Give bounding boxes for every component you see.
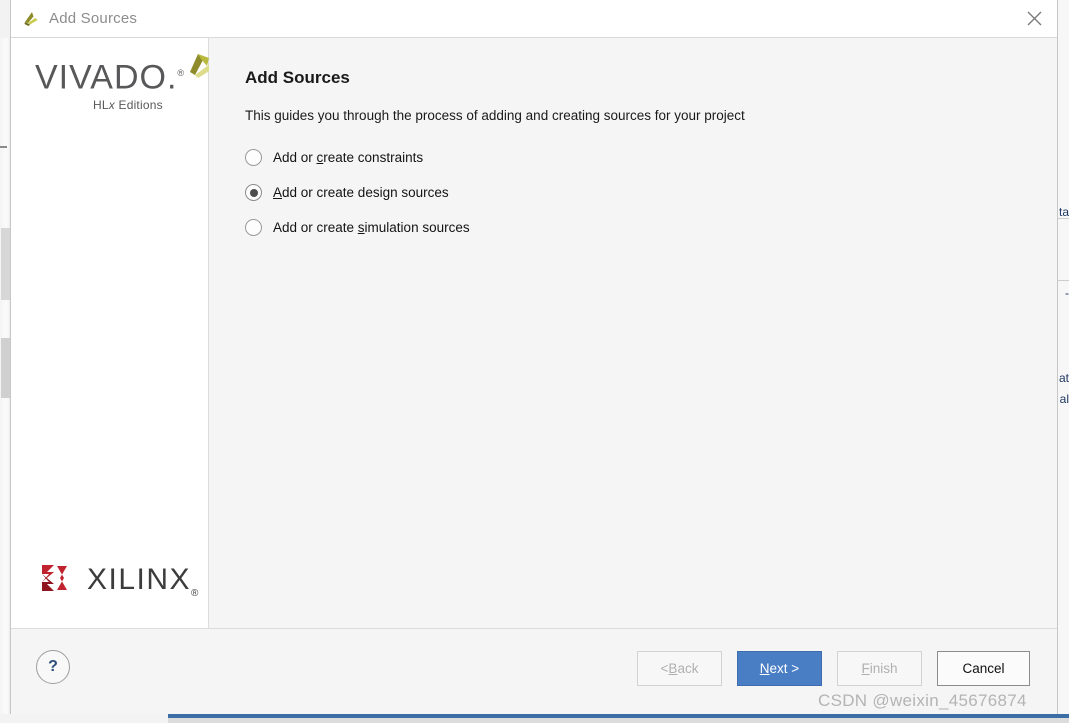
cancel-button[interactable]: Cancel <box>937 651 1030 686</box>
dialog-button-bar: < Back Next > Finish Cancel <box>637 651 1030 686</box>
help-icon: ? <box>48 658 58 675</box>
xilinx-text: XILINX <box>87 562 192 596</box>
vivado-edition-label: HLx Editions <box>93 98 195 112</box>
background-text-fragment: al <box>1059 392 1069 406</box>
propeller-icon <box>176 50 212 84</box>
background-bottom-left-strip <box>0 714 168 723</box>
dialog-body: VIVADO.® HLx Editions XILINX® Add Source… <box>11 38 1057 628</box>
label-mnemonic: s <box>357 220 365 235</box>
btn-pre: Cancel <box>962 661 1005 676</box>
radio-indicator[interactable] <box>245 219 262 236</box>
add-sources-dialog: Add Sources VIVADO.® HLx Editions XILINX… <box>10 0 1058 714</box>
btn-pre: < <box>660 661 669 676</box>
background-text-fragment: - <box>1065 286 1069 300</box>
page-description: This guides you through the process of a… <box>245 108 745 123</box>
label-post: imulation sources <box>364 220 470 235</box>
dialog-title: Add Sources <box>49 10 138 27</box>
next-button[interactable]: Next > <box>737 651 822 686</box>
vivado-wordmark: VIVADO.® <box>35 56 195 94</box>
btn-mnemonic: F <box>861 661 870 676</box>
background-tick <box>0 146 7 148</box>
vivado-text: VIVADO <box>35 58 167 97</box>
edition-prefix: HL <box>93 98 109 113</box>
background-text-fragment: at <box>1058 371 1069 385</box>
edition-suffix: Editions <box>114 98 163 113</box>
watermark: CSDN @weixin_45676874 <box>818 691 1027 710</box>
xilinx-branding: XILINX® <box>40 561 200 600</box>
screen: ta - at al Add Sources VIVADO.® HLx Edit… <box>0 0 1069 723</box>
vivado-branding: VIVADO.® HLx Editions <box>35 54 211 112</box>
radio-indicator[interactable] <box>245 184 262 201</box>
btn-mnemonic: N <box>759 661 770 676</box>
close-icon[interactable] <box>1011 0 1057 37</box>
label-pre: Add or create <box>273 220 358 235</box>
btn-post: ext > <box>769 661 800 676</box>
radio-option-constraints[interactable]: Add or create constraints <box>245 149 1057 166</box>
help-button[interactable]: ? <box>36 650 70 684</box>
radio-option-design-sources[interactable]: Add or create design sources <box>245 184 1057 201</box>
radio-label-constraints: Add or create constraints <box>273 150 423 165</box>
dialog-main-panel: Add Sources This guides you through the … <box>209 38 1057 628</box>
back-button[interactable]: < Back <box>637 651 722 686</box>
radio-label-design-sources: Add or create design sources <box>273 185 449 200</box>
label-post: reate constraints <box>323 150 424 165</box>
label-pre: Add or <box>273 150 317 165</box>
xilinx-logo-icon <box>40 561 74 600</box>
dialog-title-bar: Add Sources <box>11 0 1057 38</box>
xilinx-registered: ® <box>191 587 200 599</box>
dialog-sidebar: VIVADO.® HLx Editions XILINX® <box>11 38 211 628</box>
radio-label-simulation-sources: Add or create simulation sources <box>273 220 470 235</box>
page-title: Add Sources <box>245 68 350 87</box>
xilinx-wordmark: XILINX® <box>87 563 200 599</box>
btn-mnemonic: B <box>668 661 678 676</box>
vivado-logo-icon <box>21 9 41 29</box>
label-post: dd or create design sources <box>282 185 449 200</box>
btn-post: ack <box>677 661 699 676</box>
btn-post: inish <box>869 661 898 676</box>
radio-indicator[interactable] <box>245 149 262 166</box>
background-text-fragment: ta <box>1058 205 1069 219</box>
radio-option-simulation-sources[interactable]: Add or create simulation sources <box>245 219 1057 236</box>
label-mnemonic: A <box>273 185 283 200</box>
finish-button[interactable]: Finish <box>837 651 922 686</box>
source-type-radio-group: Add or create constraints Add or create … <box>245 149 1057 236</box>
